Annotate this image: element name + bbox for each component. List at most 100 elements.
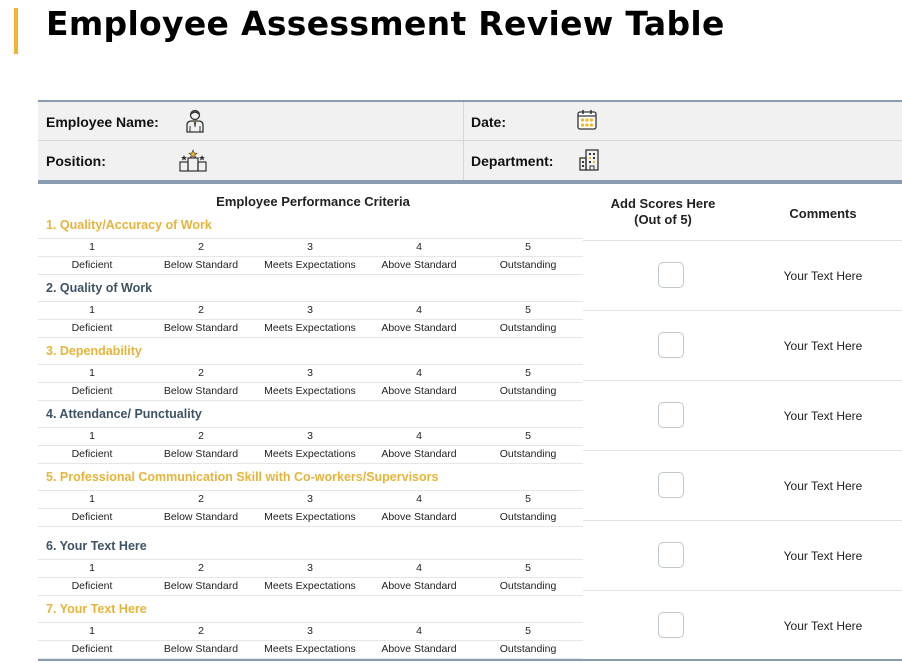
assessment-table: Employee Performance Criteria Add Scores… bbox=[38, 182, 902, 661]
scale-number: 4 bbox=[416, 625, 422, 637]
score-input-box[interactable] bbox=[658, 542, 684, 568]
criterion-row: 5. Professional Communication Skill with… bbox=[38, 468, 583, 531]
scale-number: 3 bbox=[307, 493, 313, 505]
criterion-name: 4. Attendance/ Punctuality bbox=[46, 407, 202, 421]
scale-number: 1 bbox=[89, 241, 95, 253]
scale-number: 4 bbox=[416, 241, 422, 253]
scale-level: Outstanding bbox=[499, 448, 557, 460]
scale-number-row: 1 2 3 4 5 bbox=[38, 490, 583, 508]
scale-level: Deficient bbox=[71, 580, 113, 592]
scale-level-row: Deficient Below Standard Meets Expectation… bbox=[38, 319, 583, 338]
scale-level: Deficient bbox=[71, 259, 113, 271]
score-input-box[interactable] bbox=[658, 402, 684, 428]
scale-level: Above Standard bbox=[381, 385, 457, 397]
criterion-row: 7. Your Text Here 1 2 3 4 5 Deficient Below Sta… bbox=[38, 600, 583, 663]
score-input-box[interactable] bbox=[658, 472, 684, 498]
scale-level: Meets Expectations bbox=[264, 259, 356, 271]
comment-text[interactable]: Your Text Here bbox=[743, 339, 902, 353]
scale-level: Above Standard bbox=[381, 259, 457, 271]
scale-level: Meets Expectations bbox=[264, 322, 356, 334]
scale-number: 1 bbox=[89, 493, 95, 505]
info-row-1: Employee Name: Date: bbox=[38, 102, 902, 141]
row-divider bbox=[583, 240, 902, 241]
scale-number: 3 bbox=[307, 430, 313, 442]
scale-number: 1 bbox=[89, 625, 95, 637]
scale-number: 5 bbox=[525, 430, 531, 442]
row-divider bbox=[583, 380, 902, 381]
criterion-name: 7. Your Text Here bbox=[46, 602, 147, 616]
calendar-icon bbox=[576, 109, 598, 136]
comment-text[interactable]: Your Text Here bbox=[743, 479, 902, 493]
scale-number: 3 bbox=[307, 625, 313, 637]
criterion-row: 1. Quality/Accuracy of Work 1 2 3 4 5 Deficien… bbox=[38, 216, 583, 279]
scale-number: 1 bbox=[89, 430, 95, 442]
score-header: Add Scores Here (Out of 5) bbox=[588, 196, 738, 228]
scale-level-row: Deficient Below Standard Meets Expectation… bbox=[38, 577, 583, 596]
scale-number: 1 bbox=[89, 562, 95, 574]
scale-level: Above Standard bbox=[381, 448, 457, 460]
scale-number: 2 bbox=[198, 430, 204, 442]
scale-level: Above Standard bbox=[381, 643, 457, 655]
comment-text[interactable]: Your Text Here bbox=[743, 409, 902, 423]
scale-number-row: 1 2 3 4 5 bbox=[38, 622, 583, 640]
criterion-row: 6. Your Text Here 1 2 3 4 5 Deficient Below Sta… bbox=[38, 537, 583, 600]
scale-level-row: Deficient Below Standard Meets Expectation… bbox=[38, 640, 583, 659]
score-input-box[interactable] bbox=[658, 332, 684, 358]
date-label: Date: bbox=[471, 114, 507, 130]
score-input-box[interactable] bbox=[658, 612, 684, 638]
scale-level: Deficient bbox=[71, 385, 113, 397]
scale-level: Deficient bbox=[71, 511, 113, 523]
scale-level: Above Standard bbox=[381, 322, 457, 334]
info-row-2: Position: Department: bbox=[38, 141, 902, 179]
scale-number: 3 bbox=[307, 304, 313, 316]
criterion-name: 1. Quality/Accuracy of Work bbox=[46, 218, 212, 232]
row-divider bbox=[583, 520, 902, 521]
scale-number: 2 bbox=[198, 304, 204, 316]
scale-level: Below Standard bbox=[163, 448, 239, 460]
criterion-row: 4. Attendance/ Punctuality 1 2 3 4 5 Deficient… bbox=[38, 405, 583, 468]
scale-level-row: Deficient Below Standard Meets Expectation… bbox=[38, 445, 583, 464]
scale-level: Above Standard bbox=[381, 511, 457, 523]
scale-number: 5 bbox=[525, 241, 531, 253]
criterion-row: 3. Dependability 1 2 3 4 5 Deficient Below Stan… bbox=[38, 342, 583, 405]
podium-icon bbox=[178, 148, 208, 177]
department-label: Department: bbox=[471, 153, 554, 169]
scale-number: 5 bbox=[525, 562, 531, 574]
comment-text[interactable]: Your Text Here bbox=[743, 549, 902, 563]
comment-text[interactable]: Your Text Here bbox=[743, 269, 902, 283]
scale-number: 4 bbox=[416, 493, 422, 505]
scale-level: Below Standard bbox=[163, 385, 239, 397]
scale-number: 3 bbox=[307, 241, 313, 253]
scale-level: Outstanding bbox=[499, 385, 557, 397]
scale-level: Outstanding bbox=[499, 259, 557, 271]
employee-info-table: Employee Name: Date: Position: Departmen… bbox=[38, 100, 902, 182]
scale-level: Outstanding bbox=[499, 580, 557, 592]
scale-level: Meets Expectations bbox=[264, 643, 356, 655]
scale-number: 2 bbox=[198, 562, 204, 574]
criterion-name: 3. Dependability bbox=[46, 344, 142, 358]
scale-level: Meets Expectations bbox=[264, 448, 356, 460]
scale-level: Outstanding bbox=[499, 511, 557, 523]
scale-number: 5 bbox=[525, 625, 531, 637]
scale-level-row: Deficient Below Standard Meets Expectation… bbox=[38, 382, 583, 401]
scale-number: 2 bbox=[198, 625, 204, 637]
scale-level: Below Standard bbox=[163, 511, 239, 523]
criterion-name: 2. Quality of Work bbox=[46, 281, 153, 295]
scale-number-row: 1 2 3 4 5 bbox=[38, 427, 583, 445]
row-divider bbox=[583, 590, 902, 591]
scale-number: 3 bbox=[307, 562, 313, 574]
scale-number: 5 bbox=[525, 493, 531, 505]
score-input-box[interactable] bbox=[658, 262, 684, 288]
scale-number: 2 bbox=[198, 241, 204, 253]
scale-number: 1 bbox=[89, 304, 95, 316]
scale-level: Deficient bbox=[71, 643, 113, 655]
scale-level: Below Standard bbox=[163, 643, 239, 655]
scale-number-row: 1 2 3 4 5 bbox=[38, 301, 583, 319]
scale-number-row: 1 2 3 4 5 bbox=[38, 364, 583, 382]
employee-name-label: Employee Name: bbox=[46, 114, 159, 130]
comments-header: Comments bbox=[789, 206, 857, 221]
scale-number: 4 bbox=[416, 304, 422, 316]
scale-level: Above Standard bbox=[381, 580, 457, 592]
comment-text[interactable]: Your Text Here bbox=[743, 619, 902, 633]
criterion-row: 2. Quality of Work 1 2 3 4 5 Deficient Below St… bbox=[38, 279, 583, 342]
